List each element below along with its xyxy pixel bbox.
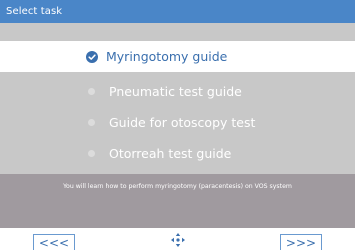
- description-text: You will learn how to perform myringotom…: [63, 183, 292, 190]
- previous-button[interactable]: <<<: [33, 234, 75, 250]
- task-label: Otorreah test guide: [109, 145, 232, 161]
- navigation-bar: <<< >>>: [0, 228, 355, 250]
- task-item-pneumatic[interactable]: Pneumatic test guide: [0, 75, 355, 107]
- task-label: Guide for otoscopy test: [109, 114, 256, 130]
- next-button[interactable]: >>>: [280, 234, 322, 250]
- task-item-otoscopy[interactable]: Guide for otoscopy test: [0, 106, 355, 138]
- task-item-otorreah[interactable]: Otorreah test guide: [0, 137, 355, 169]
- task-item-myringotomy[interactable]: Myringotomy guide: [0, 41, 355, 72]
- task-label: Pneumatic test guide: [109, 83, 242, 99]
- bullet-icon: [88, 118, 95, 126]
- task-description: You will learn how to perform myringotom…: [0, 174, 355, 228]
- page-title: Select task: [6, 6, 63, 17]
- check-circle-icon: [86, 50, 98, 63]
- previous-label: <<<: [38, 235, 70, 250]
- task-list: Myringotomy guide Pneumatic test guide G…: [0, 23, 355, 174]
- title-bar: Select task: [0, 0, 355, 23]
- task-label: Myringotomy guide: [106, 49, 228, 64]
- bullet-icon: [88, 149, 95, 157]
- next-label: >>>: [285, 235, 317, 250]
- move-arrows-icon[interactable]: [170, 232, 186, 248]
- bullet-icon: [88, 87, 95, 95]
